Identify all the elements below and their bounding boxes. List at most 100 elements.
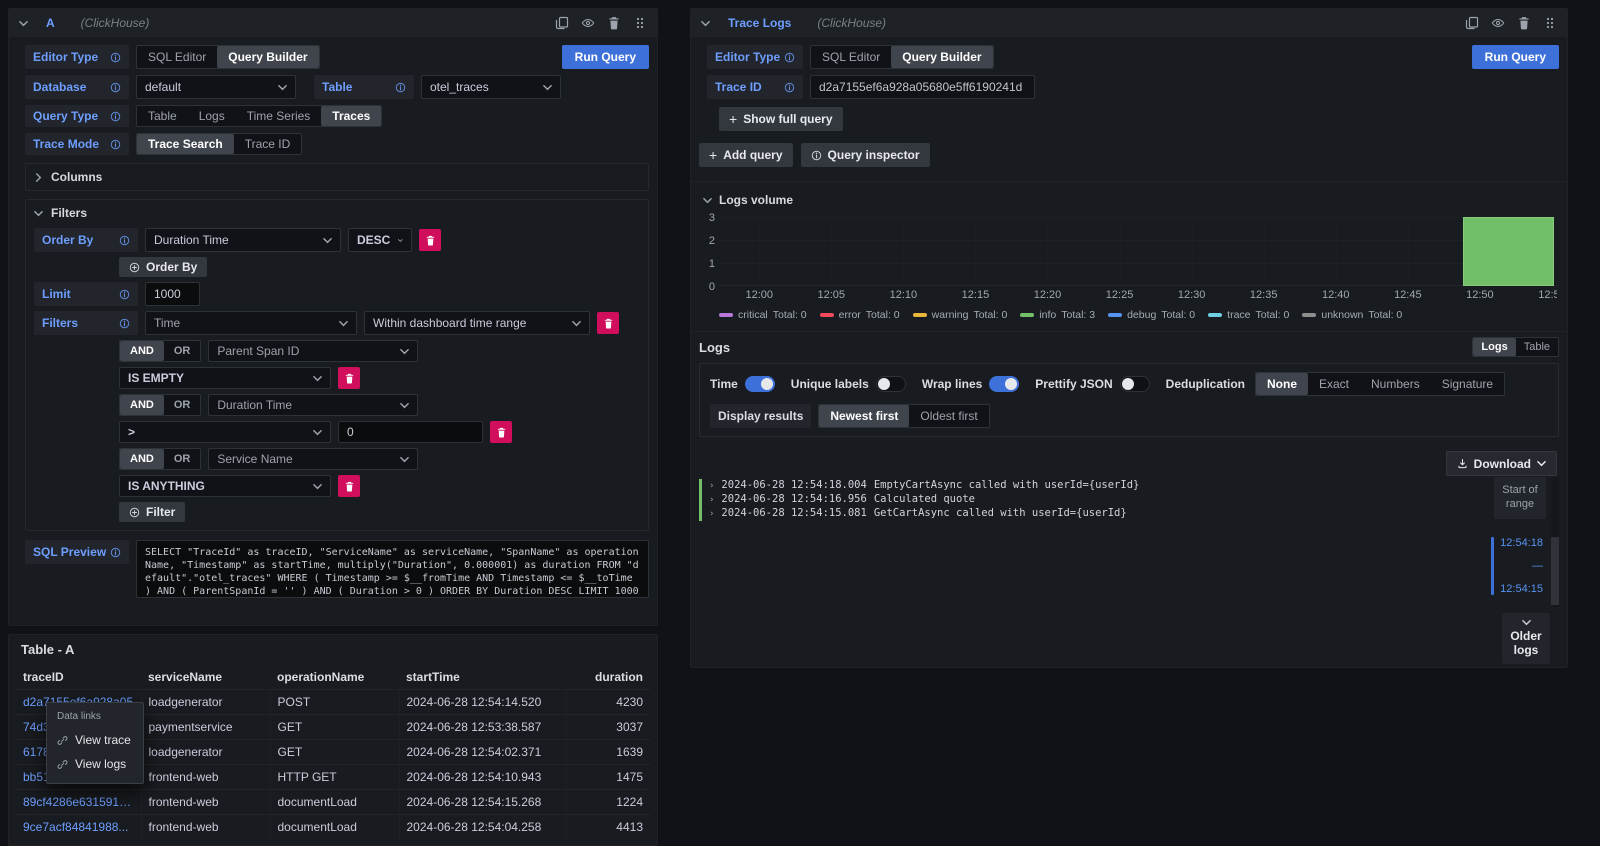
log-row[interactable]: › 2024-06-28 12:54:16.956 Calculated quo… xyxy=(699,493,1455,507)
run-query-button[interactable]: Run Query xyxy=(562,45,649,69)
editor-type-sql-editor[interactable]: SQL Editor xyxy=(811,46,891,68)
info-circle-icon[interactable] xyxy=(395,82,406,93)
newest-first-option[interactable]: Newest first xyxy=(819,405,909,427)
condition-operator-select[interactable]: IS EMPTY xyxy=(119,367,331,389)
eye-icon[interactable] xyxy=(581,16,595,30)
expand-log-icon[interactable]: › xyxy=(709,495,714,505)
condition-field-select[interactable]: Parent Span ID xyxy=(208,340,418,362)
cell-traceid-link[interactable]: 89cf4286e631591b4... xyxy=(16,790,141,815)
info-logs-bar[interactable] xyxy=(1463,217,1554,286)
view-table-option[interactable]: Table xyxy=(1516,338,1558,356)
info-circle-icon[interactable] xyxy=(119,289,130,300)
add-order-by-button[interactable]: Order By xyxy=(119,257,207,277)
remove-condition-button[interactable] xyxy=(338,367,360,389)
order-by-direction-select[interactable]: DESC xyxy=(348,228,412,252)
bool-or[interactable]: OR xyxy=(164,395,201,415)
remove-condition-button[interactable] xyxy=(338,475,360,497)
menu-item-view-trace[interactable]: View trace xyxy=(47,728,143,752)
download-button[interactable]: Download xyxy=(1446,451,1557,476)
older-logs-button[interactable]: Older logs xyxy=(1502,613,1550,664)
filter-field-select[interactable]: Time xyxy=(145,311,357,335)
toggle-switch-off[interactable] xyxy=(1120,376,1150,392)
query-type-logs[interactable]: Logs xyxy=(188,106,236,126)
dedup-numbers[interactable]: Numbers xyxy=(1360,373,1431,395)
prettify-json-toggle[interactable]: Prettify JSON xyxy=(1035,376,1149,392)
expand-log-icon[interactable]: › xyxy=(709,481,714,491)
dedup-none[interactable]: None xyxy=(1256,373,1308,395)
view-logs-option[interactable]: Logs xyxy=(1473,338,1515,356)
col-header-starttime[interactable]: startTime xyxy=(399,665,566,690)
logs-volume-toggle[interactable]: Logs volume xyxy=(699,188,1559,217)
info-circle-icon[interactable] xyxy=(784,82,795,93)
scrollbar-thumb[interactable] xyxy=(1551,537,1559,605)
editor-type-query-builder[interactable]: Query Builder xyxy=(891,46,992,68)
menu-item-view-logs[interactable]: View logs xyxy=(47,752,143,776)
columns-section-toggle[interactable]: Columns xyxy=(26,164,648,190)
dedup-signature[interactable]: Signature xyxy=(1431,373,1504,395)
drag-handle-icon[interactable] xyxy=(633,16,647,30)
info-circle-icon[interactable] xyxy=(110,111,121,122)
condition-field-select[interactable]: Service Name xyxy=(208,448,418,470)
query-type-time-series[interactable]: Time Series xyxy=(236,106,322,126)
query-type-traces[interactable]: Traces xyxy=(321,106,381,126)
remove-filter-button[interactable] xyxy=(597,312,619,334)
duplicate-icon[interactable] xyxy=(555,16,569,30)
info-circle-icon[interactable] xyxy=(119,318,130,329)
add-query-button[interactable]: + Add query xyxy=(699,143,793,167)
info-circle-icon[interactable] xyxy=(110,547,121,558)
info-circle-icon[interactable] xyxy=(784,52,795,63)
limit-input[interactable] xyxy=(145,282,200,306)
toggle-switch-on[interactable] xyxy=(989,376,1019,392)
bool-and[interactable]: AND xyxy=(120,395,164,415)
collapse-chevron-icon[interactable] xyxy=(19,19,28,28)
query-row-header[interactable]: A (ClickHouse) xyxy=(9,9,657,37)
legend-item-debug[interactable]: debugTotal: 0 xyxy=(1108,309,1195,321)
time-toggle[interactable]: Time xyxy=(710,376,775,392)
condition-value-input[interactable] xyxy=(338,421,483,443)
remove-order-by-button[interactable] xyxy=(419,229,441,251)
legend-item-info[interactable]: infoTotal: 3 xyxy=(1020,309,1095,321)
legend-item-warning[interactable]: warningTotal: 0 xyxy=(913,309,1008,321)
editor-type-sql-editor[interactable]: SQL Editor xyxy=(137,46,217,68)
legend-item-error[interactable]: errorTotal: 0 xyxy=(820,309,900,321)
expand-log-icon[interactable]: › xyxy=(709,509,714,519)
add-filter-button[interactable]: Filter xyxy=(119,502,185,522)
legend-item-unknown[interactable]: unknownTotal: 0 xyxy=(1302,309,1402,321)
info-circle-icon[interactable] xyxy=(110,82,121,93)
trace-mode-trace-search[interactable]: Trace Search xyxy=(137,134,234,154)
scroll-to-top-button[interactable]: ↑ xyxy=(1517,667,1543,668)
legend-item-critical[interactable]: criticalTotal: 0 xyxy=(719,309,807,321)
oldest-first-option[interactable]: Oldest first xyxy=(909,405,988,427)
filter-operator-select[interactable]: Within dashboard time range xyxy=(364,311,590,335)
log-row[interactable]: › 2024-06-28 12:54:15.081 GetCartAsync c… xyxy=(699,507,1455,521)
toggle-switch-off[interactable] xyxy=(876,376,906,392)
dedup-exact[interactable]: Exact xyxy=(1308,373,1360,395)
legend-item-trace[interactable]: traceTotal: 0 xyxy=(1208,309,1289,321)
panel-title[interactable]: Table - A xyxy=(9,635,657,663)
run-query-button[interactable]: Run Query xyxy=(1472,45,1559,69)
order-by-field-select[interactable]: Duration Time xyxy=(145,228,341,252)
eye-icon[interactable] xyxy=(1491,16,1505,30)
bool-or[interactable]: OR xyxy=(164,341,201,361)
trash-icon[interactable] xyxy=(607,16,621,30)
database-select[interactable]: default xyxy=(136,75,296,99)
query-row-header[interactable]: Trace Logs (ClickHouse) xyxy=(691,9,1567,37)
wrap-lines-toggle[interactable]: Wrap lines xyxy=(922,376,1019,392)
col-header-servicename[interactable]: serviceName xyxy=(141,665,270,690)
cell-traceid-link[interactable]: 9ce7acf84841988... xyxy=(16,815,141,840)
trash-icon[interactable] xyxy=(1517,16,1531,30)
editor-type-query-builder[interactable]: Query Builder xyxy=(217,46,318,68)
condition-operator-select[interactable]: IS ANYTHING xyxy=(119,475,331,497)
collapse-chevron-icon[interactable] xyxy=(701,19,710,28)
bool-and[interactable]: AND xyxy=(120,341,164,361)
log-row[interactable]: › 2024-06-28 12:54:18.004 EmptyCartAsync… xyxy=(699,479,1455,493)
remove-condition-button[interactable] xyxy=(490,421,512,443)
drag-handle-icon[interactable] xyxy=(1543,16,1557,30)
col-header-operationname[interactable]: operationName xyxy=(270,665,399,690)
trace-id-input[interactable] xyxy=(810,75,1035,99)
bool-or[interactable]: OR xyxy=(164,449,201,469)
unique-labels-toggle[interactable]: Unique labels xyxy=(791,376,906,392)
bool-and[interactable]: AND xyxy=(120,449,164,469)
col-header-duration[interactable]: duration xyxy=(566,665,650,690)
info-circle-icon[interactable] xyxy=(110,139,121,150)
